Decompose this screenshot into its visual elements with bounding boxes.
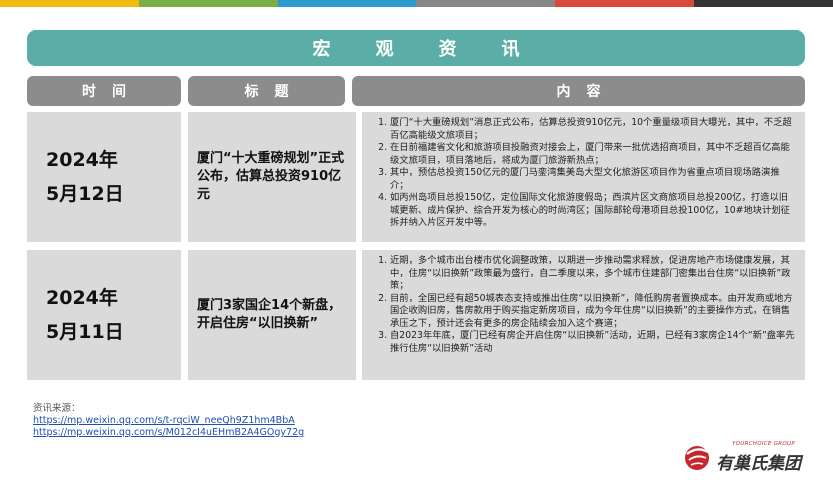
row-2-date-day: 5月11日 xyxy=(46,321,124,343)
top-color-stripe xyxy=(0,0,833,7)
row-2-item: 近期，多个城市出台楼市优化调整政策，以期进一步推动需求释放，促进房地产市场健康发… xyxy=(390,255,795,293)
row-2-item: 目前，全国已经有超50城表态支持或推出住房“以旧换新”，降低购房者置换成本。由开… xyxy=(390,293,795,331)
stripe-green xyxy=(138,0,278,7)
header-content: 内容 xyxy=(352,76,805,106)
row-2-date-year: 2024年 xyxy=(46,287,118,309)
page-title: 宏观资讯 xyxy=(27,30,805,66)
row-1-date-day: 5月12日 xyxy=(46,183,124,205)
row-2-title-text: 厦门3家国企14个新盘，开启住房“以旧换新” xyxy=(197,298,342,331)
row-2-date: 2024年 5月11日 xyxy=(27,250,181,380)
row-1-item: 在日前福建省文化和旅游项目投融资对接会上，厦门带来一批优选招商项目，其中不乏超百… xyxy=(390,142,795,167)
logo-chinese-text: 有巢氏集团 xyxy=(716,454,801,474)
source-label: 资讯来源： xyxy=(33,403,81,414)
stripe-blue xyxy=(277,0,417,7)
row-1-item: 厦门“十大重磅规划”消息正式公布，估算总投资910亿元，10个重量级项目大曝光，… xyxy=(390,117,795,142)
logo-english-text: YOURCHOICE GROUP xyxy=(732,441,795,447)
row-1-date-year: 2024年 xyxy=(46,149,118,171)
stripe-dark xyxy=(694,0,833,7)
header-time: 时间 xyxy=(27,76,181,106)
row-1-title-text: 厦门“十大重磅规划”正式公布，估算总投资910亿元 xyxy=(197,151,345,202)
stripe-red xyxy=(555,0,695,7)
company-logo: YOURCHOICE GROUP 有巢氏集团 xyxy=(683,439,808,474)
source-link-2[interactable]: https://mp.weixin.qq.com/s/M012cI4uEHmB2… xyxy=(33,427,304,439)
row-1-item: 如丙州岛项目总投150亿，定位国际文化旅游度假岛；西滨片区文商旅项目总投200亿… xyxy=(390,192,795,230)
row-1-date: 2024年 5月12日 xyxy=(27,112,181,242)
row-2-item: 自2023年年底，厦门已经有房企开启住房“以旧换新”活动，近期，已经有3家房企1… xyxy=(390,330,795,355)
yourchoice-logo-mark-icon xyxy=(685,446,709,470)
row-1-content: 厦门“十大重磅规划”消息正式公布，估算总投资910亿元，10个重量级项目大曝光，… xyxy=(362,112,805,242)
source-section: 资讯来源： https://mp.weixin.qq.com/s/t-rqciW… xyxy=(33,403,304,439)
header-title: 标题 xyxy=(188,76,345,106)
stripe-gray xyxy=(416,0,556,7)
row-1-item: 其中，预估总投资150亿元的厦门马銮湾集美岛大型文化旅游区项目作为省重点项目现场… xyxy=(390,167,795,192)
row-1-title: 厦门“十大重磅规划”正式公布，估算总投资910亿元 xyxy=(188,112,356,242)
row-2-content: 近期，多个城市出台楼市优化调整政策，以期进一步推动需求释放，促进房地产市场健康发… xyxy=(362,250,805,380)
source-link-1[interactable]: https://mp.weixin.qq.com/s/t-rqciW_neeQh… xyxy=(33,415,304,427)
row-2-title: 厦门3家国企14个新盘，开启住房“以旧换新” xyxy=(188,250,356,380)
stripe-yellow xyxy=(0,0,139,7)
